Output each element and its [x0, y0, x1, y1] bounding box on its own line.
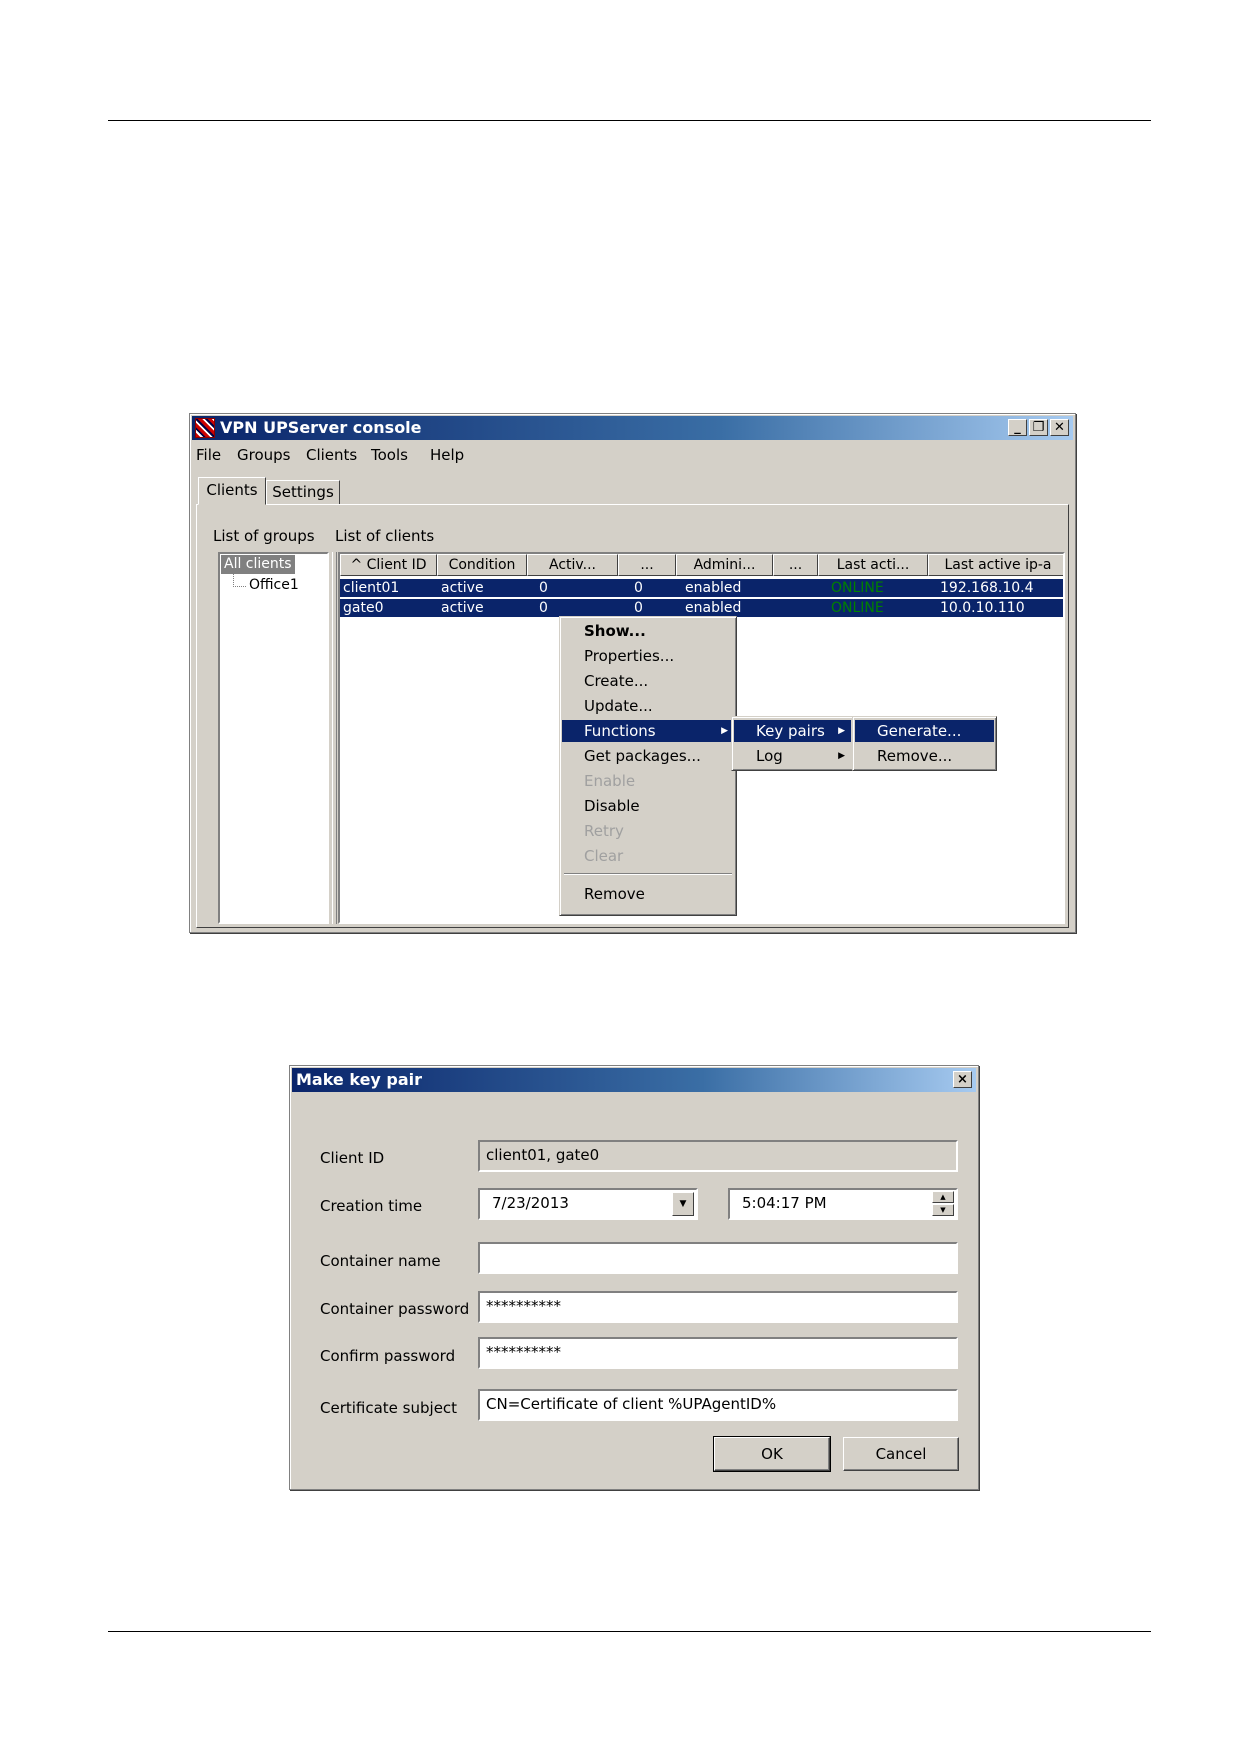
cancel-button[interactable]: Cancel — [843, 1437, 959, 1471]
menu-separator — [564, 873, 732, 875]
chevron-down-icon[interactable]: ▼ — [672, 1192, 694, 1216]
cell-ip: 10.0.10.110 — [940, 600, 1025, 616]
menu-item-log[interactable]: Log ▶ — [734, 745, 851, 767]
menu-item-clear: Clear — [584, 847, 624, 865]
creation-time-value: 5:04:17 PM — [742, 1194, 827, 1212]
menu-item-remove-keypair[interactable]: Remove... — [855, 745, 994, 767]
submenu-arrow-icon: ▶ — [838, 751, 845, 761]
certificate-subject-label: Certificate subject — [320, 1399, 458, 1417]
col-admini[interactable]: Admini... — [676, 554, 773, 576]
column-headers: ^ Client ID Condition Activ... ... Admin… — [340, 554, 1063, 576]
submenu-arrow-icon: ▶ — [838, 726, 845, 736]
confirm-password-label: Confirm password — [320, 1347, 456, 1365]
functions-submenu: Key pairs ▶ Log ▶ — [731, 716, 854, 771]
creation-date-select[interactable]: 7/23/2013 ▼ — [478, 1188, 698, 1220]
creation-time-label: Creation time — [320, 1197, 423, 1215]
cell-condition: active — [441, 580, 484, 596]
menu-item-retry: Retry — [584, 822, 624, 840]
table-row[interactable]: gate0 active 0 0 enabled ONLINE 10.0.10.… — [340, 599, 1063, 617]
col-last-active[interactable]: Last acti... — [818, 554, 928, 576]
cell-last-active: ONLINE — [831, 600, 884, 616]
menu-item-show[interactable]: Show... — [562, 620, 734, 642]
table-row[interactable]: client01 active 0 0 enabled ONLINE 192.1… — [340, 579, 1063, 597]
menu-item-functions[interactable]: Functions ▶ — [562, 720, 734, 742]
tab-clients[interactable]: Clients — [198, 477, 266, 505]
dialog-titlebar[interactable]: Make key pair × — [292, 1068, 976, 1092]
bottom-rule — [108, 1631, 1151, 1632]
menu-item-properties[interactable]: Properties... — [562, 645, 734, 667]
top-rule — [108, 120, 1151, 121]
menu-groups[interactable]: Groups — [237, 446, 290, 464]
creation-time-spinner[interactable]: 5:04:17 PM ▲ ▼ — [728, 1188, 958, 1220]
make-key-pair-dialog: Make key pair × Client ID client01, gate… — [289, 1065, 979, 1490]
cell-ip: 192.168.10.4 — [940, 580, 1034, 596]
menu-item-key-pairs[interactable]: Key pairs ▶ — [734, 720, 851, 742]
menu-item-remove[interactable]: Remove — [562, 883, 734, 905]
keypairs-submenu: Generate... Remove... — [852, 716, 997, 771]
col-last-active-ip[interactable]: Last active ip-a — [928, 554, 1063, 576]
groups-tree: All clients Office1 — [218, 552, 329, 924]
minimize-button[interactable]: _ — [1008, 419, 1027, 436]
creation-date-value: 7/23/2013 — [492, 1194, 569, 1212]
cell-admin: enabled — [685, 580, 742, 596]
menu-item-disable[interactable]: Disable — [562, 795, 734, 817]
menu-tools[interactable]: Tools — [371, 446, 408, 464]
menu-item-key-pairs-label: Key pairs — [756, 722, 825, 740]
tree-item-all-clients[interactable]: All clients — [221, 555, 295, 574]
container-password-label: Container password — [320, 1300, 470, 1318]
menu-file[interactable]: File — [196, 446, 221, 464]
spin-up-icon[interactable]: ▲ — [932, 1191, 954, 1203]
cell-dots: 0 — [634, 600, 643, 616]
menu-item-enable: Enable — [584, 772, 636, 790]
cell-condition: active — [441, 600, 484, 616]
dialog-title: Make key pair — [296, 1070, 423, 1089]
col-dots-2[interactable]: ... — [773, 554, 818, 576]
cell-dots: 0 — [634, 580, 643, 596]
container-password-input[interactable]: ********** — [478, 1291, 958, 1323]
close-button[interactable]: ✕ — [1050, 419, 1069, 436]
spin-down-icon[interactable]: ▼ — [932, 1204, 954, 1216]
tab-settings[interactable]: Settings — [266, 480, 340, 505]
confirm-password-input[interactable]: ********** — [478, 1337, 958, 1369]
cell-activ: 0 — [539, 580, 548, 596]
console-titlebar[interactable]: VPN UPServer console _ ❐ ✕ — [192, 416, 1073, 440]
cell-last-active: ONLINE — [831, 580, 884, 596]
tree-item-office1[interactable]: Office1 — [249, 577, 299, 593]
ok-button[interactable]: OK — [713, 1436, 831, 1472]
menu-help[interactable]: Help — [430, 446, 464, 464]
cell-client-id: gate0 — [343, 600, 384, 616]
menu-item-functions-label: Functions — [584, 722, 656, 740]
context-menu: Show... Properties... Create... Update..… — [559, 616, 737, 916]
col-activ[interactable]: Activ... — [527, 554, 618, 576]
restore-button[interactable]: ❐ — [1029, 419, 1048, 436]
list-of-clients-label: List of clients — [335, 527, 435, 545]
col-client-id[interactable]: ^ Client ID — [340, 554, 437, 576]
dialog-close-button[interactable]: × — [953, 1071, 972, 1088]
console-title: VPN UPServer console — [220, 418, 422, 437]
menu-item-generate[interactable]: Generate... — [855, 720, 994, 742]
container-name-label: Container name — [320, 1252, 441, 1270]
tree-connector — [233, 574, 246, 587]
menu-clients[interactable]: Clients — [306, 446, 357, 464]
menu-item-update[interactable]: Update... — [562, 695, 734, 717]
menu-item-get-packages[interactable]: Get packages... — [562, 745, 734, 767]
splitter[interactable] — [332, 552, 337, 924]
cell-admin: enabled — [685, 600, 742, 616]
submenu-arrow-icon: ▶ — [721, 726, 728, 736]
certificate-subject-input[interactable]: CN=Certificate of client %UPAgentID% — [478, 1389, 958, 1421]
container-name-input[interactable] — [478, 1242, 958, 1274]
col-condition[interactable]: Condition — [437, 554, 527, 576]
menu-item-create[interactable]: Create... — [562, 670, 734, 692]
app-icon — [195, 418, 215, 438]
cell-client-id: client01 — [343, 580, 400, 596]
list-of-groups-label: List of groups — [213, 527, 315, 545]
col-dots-1[interactable]: ... — [618, 554, 676, 576]
menu-item-log-label: Log — [756, 747, 783, 765]
client-id-label: Client ID — [320, 1149, 385, 1167]
client-id-field: client01, gate0 — [478, 1140, 958, 1172]
cell-activ: 0 — [539, 600, 548, 616]
menubar: File Groups Clients Tools Help — [196, 446, 596, 466]
